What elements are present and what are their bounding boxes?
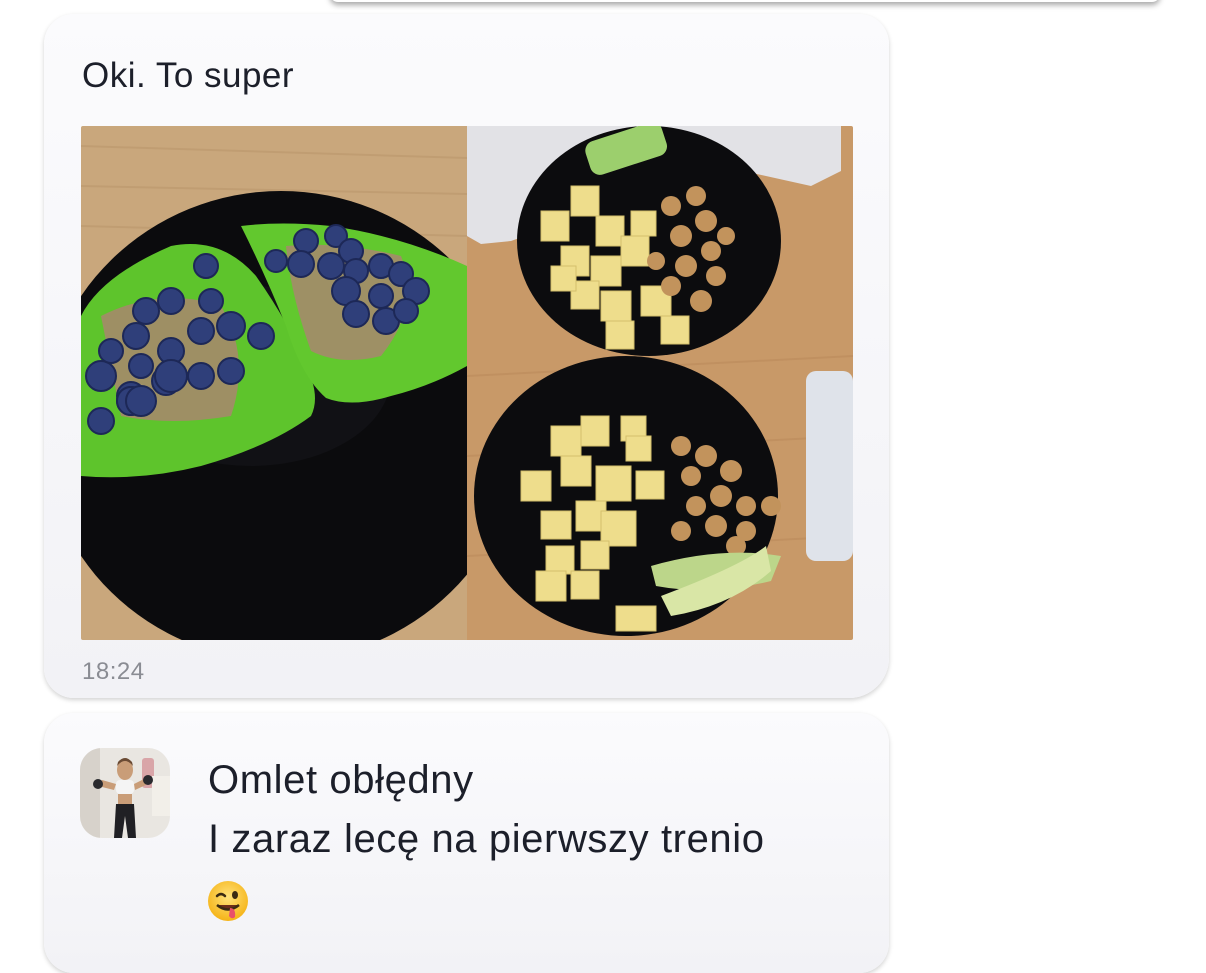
message-text: Oki. To super xyxy=(82,56,295,95)
message-text-line: Omlet obłędny xyxy=(208,758,474,802)
avatar[interactable] xyxy=(80,748,170,838)
message-bubble[interactable]: Oki. To super 18:24 xyxy=(44,14,889,698)
message-timestamp: 18:24 xyxy=(82,658,145,685)
previous-message-bubble-edge xyxy=(330,0,1160,2)
message-photo[interactable] xyxy=(81,126,853,640)
message-text-line: I zaraz lecę na pierwszy trenio xyxy=(208,817,765,861)
message-bubble[interactable]: Omlet obłędny I zaraz lecę na pierwszy t… xyxy=(44,713,889,973)
winking-face-with-tongue-icon xyxy=(206,879,250,923)
